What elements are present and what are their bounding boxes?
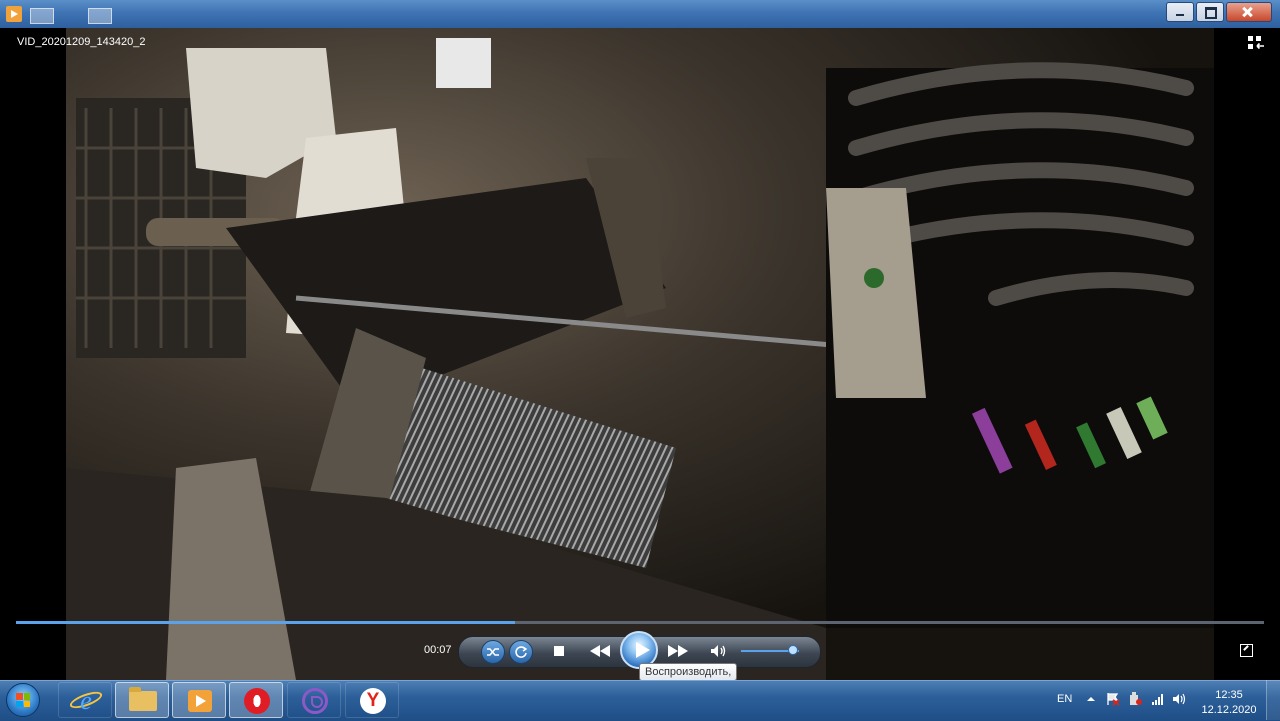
quick-access-icon[interactable] bbox=[30, 8, 54, 24]
video-area[interactable]: VID_20201209_143420_2 00:07 Воспроизводи… bbox=[0, 28, 1280, 680]
show-hidden-icons-icon[interactable] bbox=[1084, 692, 1098, 706]
taskbar-yandex-browser[interactable]: Y bbox=[345, 682, 399, 718]
media-player-icon bbox=[188, 690, 212, 712]
quick-access-icon[interactable] bbox=[88, 8, 112, 24]
fullscreen-icon[interactable] bbox=[1240, 644, 1253, 657]
title-bar bbox=[0, 0, 1280, 28]
mute-button[interactable] bbox=[708, 640, 730, 662]
repeat-icon bbox=[515, 646, 528, 658]
stop-icon bbox=[554, 646, 564, 656]
taskbar-file-explorer[interactable] bbox=[115, 682, 169, 718]
taskbar-opera[interactable] bbox=[229, 682, 283, 718]
speaker-icon bbox=[711, 645, 726, 657]
switch-to-library-icon[interactable] bbox=[1248, 36, 1264, 50]
video-frame bbox=[66, 28, 1214, 680]
elapsed-time: 00:07 bbox=[424, 644, 452, 656]
network-signal-icon[interactable] bbox=[1151, 692, 1165, 706]
minimize-button[interactable] bbox=[1166, 2, 1194, 22]
media-player-app-icon[interactable] bbox=[6, 6, 22, 22]
seek-bar[interactable] bbox=[16, 621, 1264, 624]
maximize-button[interactable] bbox=[1196, 2, 1224, 22]
shuffle-button[interactable] bbox=[481, 640, 505, 664]
previous-button[interactable] bbox=[586, 640, 614, 662]
taskbar-media-player[interactable] bbox=[172, 682, 226, 718]
clock-time: 12:35 bbox=[1215, 689, 1243, 701]
stop-button[interactable] bbox=[550, 642, 568, 660]
show-desktop-button[interactable] bbox=[1266, 680, 1280, 720]
system-clock[interactable]: 12:35 12.12.2020 bbox=[1198, 688, 1260, 718]
window-controls bbox=[1166, 2, 1272, 22]
internet-explorer-glyph: e bbox=[80, 686, 92, 715]
opera-icon bbox=[244, 688, 270, 714]
folder-icon bbox=[129, 687, 157, 711]
taskbar-internet-explorer[interactable]: e bbox=[58, 682, 112, 718]
language-indicator[interactable]: EN bbox=[1057, 693, 1072, 705]
viber-icon bbox=[302, 688, 328, 714]
next-button[interactable] bbox=[664, 640, 692, 662]
safely-remove-hardware-icon[interactable] bbox=[1128, 692, 1142, 706]
yandex-icon: Y bbox=[360, 688, 386, 714]
action-center-flag-icon[interactable] bbox=[1106, 692, 1120, 706]
start-button[interactable] bbox=[6, 683, 40, 717]
repeat-button[interactable] bbox=[509, 640, 533, 664]
rewind-icon bbox=[590, 645, 610, 657]
volume-slider-thumb[interactable] bbox=[788, 645, 798, 655]
play-tooltip: Воспроизводить, bbox=[639, 663, 738, 680]
windows-logo-icon bbox=[16, 693, 30, 707]
video-content-image bbox=[66, 38, 1214, 680]
video-filename: VID_20201209_143420_2 bbox=[17, 36, 146, 48]
clock-date: 12.12.2020 bbox=[1201, 704, 1257, 716]
shuffle-icon bbox=[487, 648, 499, 656]
seek-progress bbox=[16, 621, 515, 624]
taskbar-viber[interactable] bbox=[287, 682, 341, 718]
volume-tray-icon[interactable] bbox=[1172, 692, 1186, 706]
fast-forward-icon bbox=[668, 645, 688, 657]
close-button[interactable] bbox=[1226, 2, 1272, 22]
